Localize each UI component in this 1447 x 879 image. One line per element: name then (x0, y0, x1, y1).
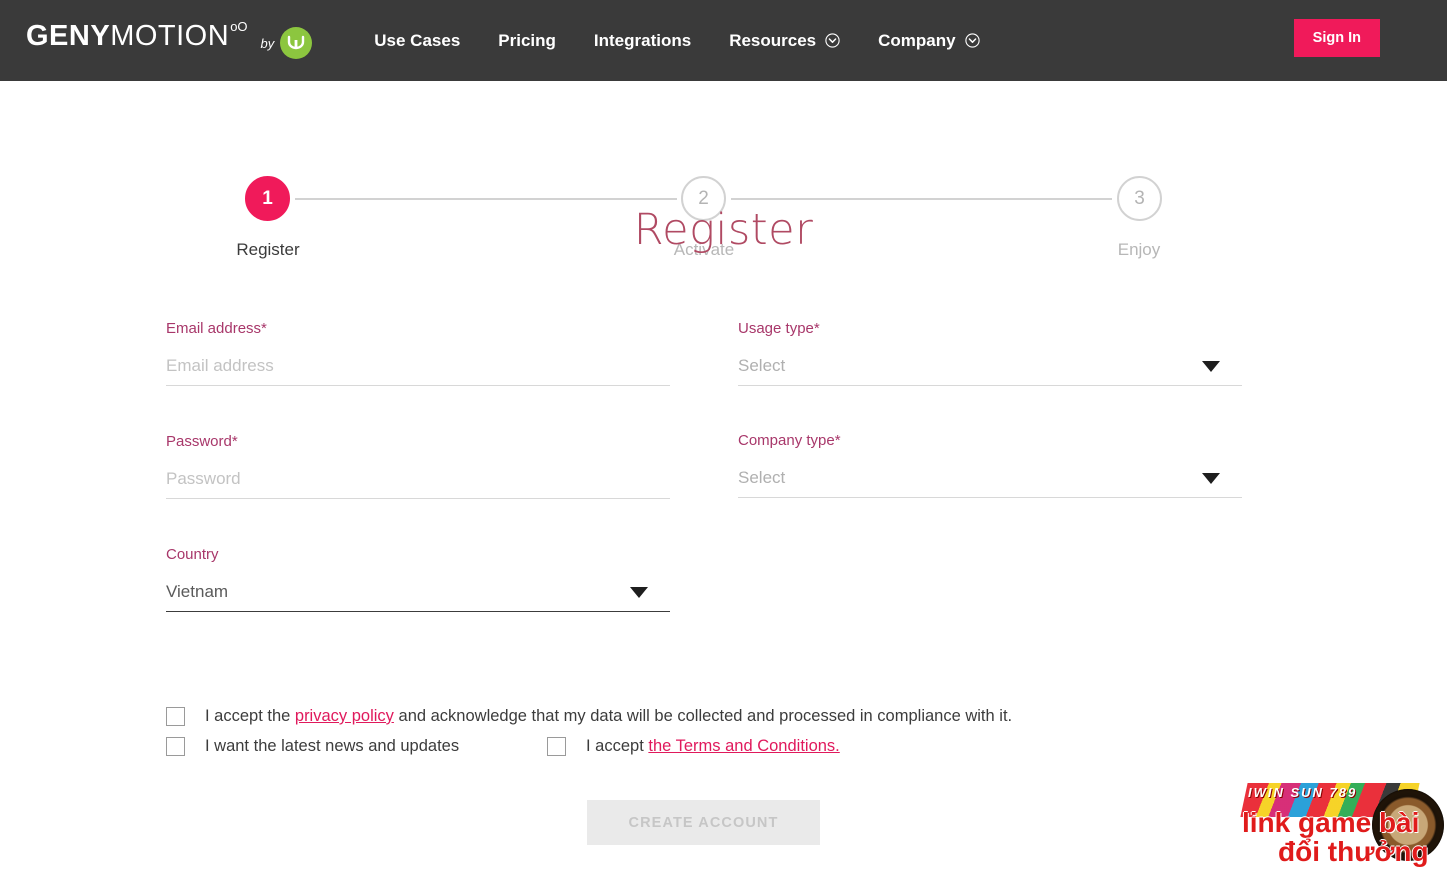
site-logo[interactable]: GENYMOTIONoO by (26, 0, 313, 81)
company-type-select[interactable]: Select (738, 468, 1242, 498)
password-input[interactable] (166, 469, 670, 499)
consent-news-group: I want the latest news and updates (166, 737, 547, 756)
main-nav: Use Cases Pricing Integrations Resources… (355, 31, 998, 51)
promo-watermark-overlay: IWIN SUN 789 link game bài đổi thưởng (1238, 779, 1447, 879)
usage-type-label: Usage type* (738, 320, 820, 337)
page-title: Register (633, 205, 814, 255)
country-label: Country (166, 546, 219, 563)
stepper-connector-1 (295, 198, 677, 200)
promo-line-2: đổi thưởng (1278, 836, 1429, 867)
nav-item-company[interactable]: Company (859, 31, 998, 51)
consent-terms-group: I accept the Terms and Conditions. (547, 737, 928, 756)
country-select[interactable]: Vietnam (166, 582, 670, 612)
logo-motion-text: MOTION (110, 20, 230, 52)
nav-item-resources[interactable]: Resources (710, 31, 859, 51)
country-value: Vietnam (166, 582, 670, 612)
field-company-type: Company type* Select (738, 432, 1242, 498)
create-account-button[interactable]: CREATE ACCOUNT (587, 800, 820, 845)
terms-checkbox[interactable] (547, 737, 566, 756)
company-type-value: Select (738, 468, 1242, 498)
password-label: Password* (166, 433, 238, 450)
nav-label: Company (878, 30, 956, 50)
registration-stepper: 1 2 3 Register Activate Enjoy (0, 90, 1447, 259)
terms-and-conditions-link[interactable]: the Terms and Conditions. (648, 737, 839, 755)
email-label: Email address* (166, 320, 267, 337)
nav-label: Integrations (593, 30, 692, 50)
email-input[interactable] (166, 356, 670, 386)
terms-text-before: I accept (586, 737, 649, 755)
logo-by-text: by (260, 36, 275, 51)
promo-line-1: link game bài (1242, 807, 1420, 838)
usage-type-value: Select (738, 356, 1242, 386)
chevron-down-icon (825, 33, 840, 48)
genymobile-bull-logo-icon (280, 27, 313, 59)
logo-wordmark: GENYMOTIONoO (26, 19, 248, 52)
field-country: Country Vietnam (166, 546, 670, 612)
nav-label: Resources (729, 30, 817, 50)
nav-item-use-cases[interactable]: Use Cases (355, 31, 479, 51)
newsletter-text: I want the latest news and updates (205, 737, 460, 755)
sign-in-button[interactable]: Sign In (1293, 19, 1380, 57)
newsletter-checkbox[interactable] (166, 737, 185, 756)
privacy-policy-text: I accept the privacy policy and acknowle… (205, 707, 1012, 726)
site-header: GENYMOTIONoO by Use Cases Pricing Integr… (0, 0, 1447, 81)
privacy-policy-checkbox[interactable] (166, 707, 185, 726)
company-type-label: Company type* (738, 432, 841, 449)
nav-label: Use Cases (374, 30, 461, 50)
chevron-down-icon (964, 33, 980, 48)
privacy-policy-link[interactable]: privacy policy (295, 707, 394, 725)
consent-checkbox-group: I accept the privacy policy and acknowle… (166, 707, 1266, 767)
consent-row-news-terms: I want the latest news and updates I acc… (166, 737, 1266, 756)
logo-geny-text: GENY (26, 20, 111, 52)
field-usage-type: Usage type* Select (738, 320, 1242, 386)
nav-label: Pricing (498, 30, 556, 50)
nav-item-integrations[interactable]: Integrations (575, 31, 710, 51)
field-email: Email address* (166, 320, 670, 386)
privacy-text-after: and acknowledge that my data will be col… (393, 707, 1013, 725)
privacy-text-before: I accept the (205, 707, 295, 725)
nav-item-pricing[interactable]: Pricing (479, 31, 575, 51)
usage-type-select[interactable]: Select (738, 356, 1242, 386)
terms-text: I accept the Terms and Conditions. (586, 737, 840, 756)
logo-superscript: oO (230, 19, 248, 34)
consent-row-privacy: I accept the privacy policy and acknowle… (166, 707, 1266, 726)
stepper-connector-2 (731, 198, 1112, 200)
field-password: Password* (166, 433, 670, 499)
